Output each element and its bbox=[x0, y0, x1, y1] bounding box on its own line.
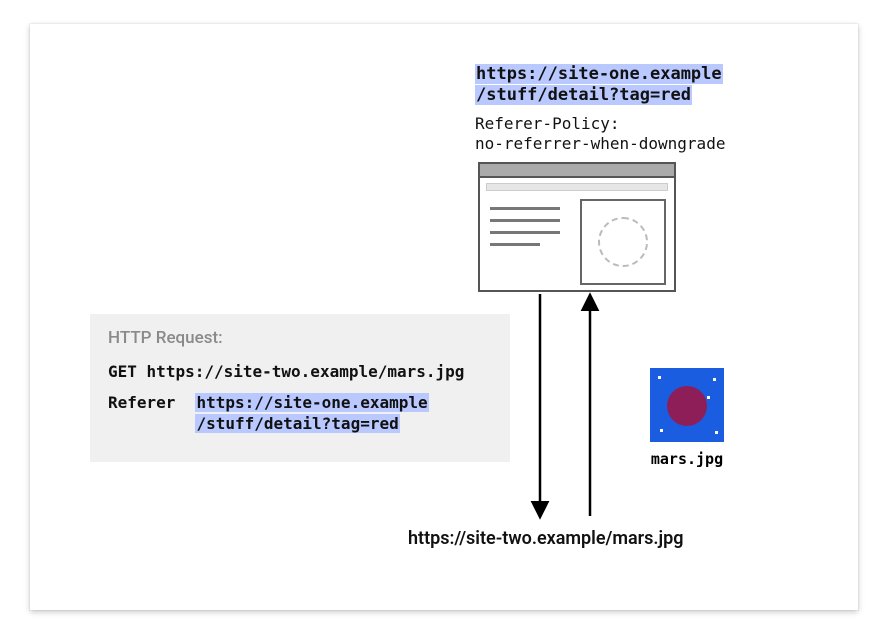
http-request-url: https://site-two.example/mars.jpg bbox=[147, 362, 465, 381]
http-request-heading: HTTP Request: bbox=[108, 328, 494, 348]
site-one-url: https://site-one.example /stuff/detail?t… bbox=[475, 64, 723, 107]
http-referer-value: https://site-one.example /stuff/detail?t… bbox=[195, 393, 428, 435]
mars-thumbnail-block: mars.jpg bbox=[650, 368, 724, 468]
loading-circle-icon bbox=[598, 217, 648, 267]
http-referer-value-line2: /stuff/detail?tag=red bbox=[195, 414, 399, 433]
star-icon bbox=[707, 396, 710, 399]
mars-caption: mars.jpg bbox=[650, 450, 724, 468]
mars-planet-icon bbox=[667, 386, 707, 426]
referer-policy-text: Referer-Policy: no-referrer-when-downgra… bbox=[475, 114, 725, 154]
browser-address-bar bbox=[486, 183, 668, 191]
star-icon bbox=[660, 429, 663, 432]
star-icon bbox=[658, 376, 661, 379]
site-one-url-line2: /stuff/detail?tag=red bbox=[475, 85, 692, 105]
diagram-card: https://site-one.example /stuff/detail?t… bbox=[30, 24, 858, 610]
http-method: GET bbox=[108, 362, 137, 381]
http-request-box: HTTP Request: GET https://site-two.examp… bbox=[90, 314, 510, 462]
browser-text-lines-icon bbox=[490, 207, 560, 255]
http-referer-line: Referer https://site-one.example /stuff/… bbox=[108, 393, 494, 435]
browser-image-placeholder bbox=[580, 199, 666, 285]
mars-image-icon bbox=[650, 368, 724, 442]
star-icon bbox=[715, 431, 718, 434]
http-referer-value-line1: https://site-one.example bbox=[195, 393, 428, 412]
http-referer-header-name: Referer bbox=[108, 393, 175, 412]
site-one-url-line1: https://site-one.example bbox=[475, 64, 723, 84]
browser-titlebar bbox=[480, 164, 674, 178]
site-two-url: https://site-two.example/mars.jpg bbox=[408, 528, 683, 549]
star-icon bbox=[713, 378, 716, 381]
http-request-get-line: GET https://site-two.example/mars.jpg bbox=[108, 362, 494, 381]
browser-window-icon bbox=[478, 162, 676, 292]
browser-body bbox=[480, 195, 674, 287]
